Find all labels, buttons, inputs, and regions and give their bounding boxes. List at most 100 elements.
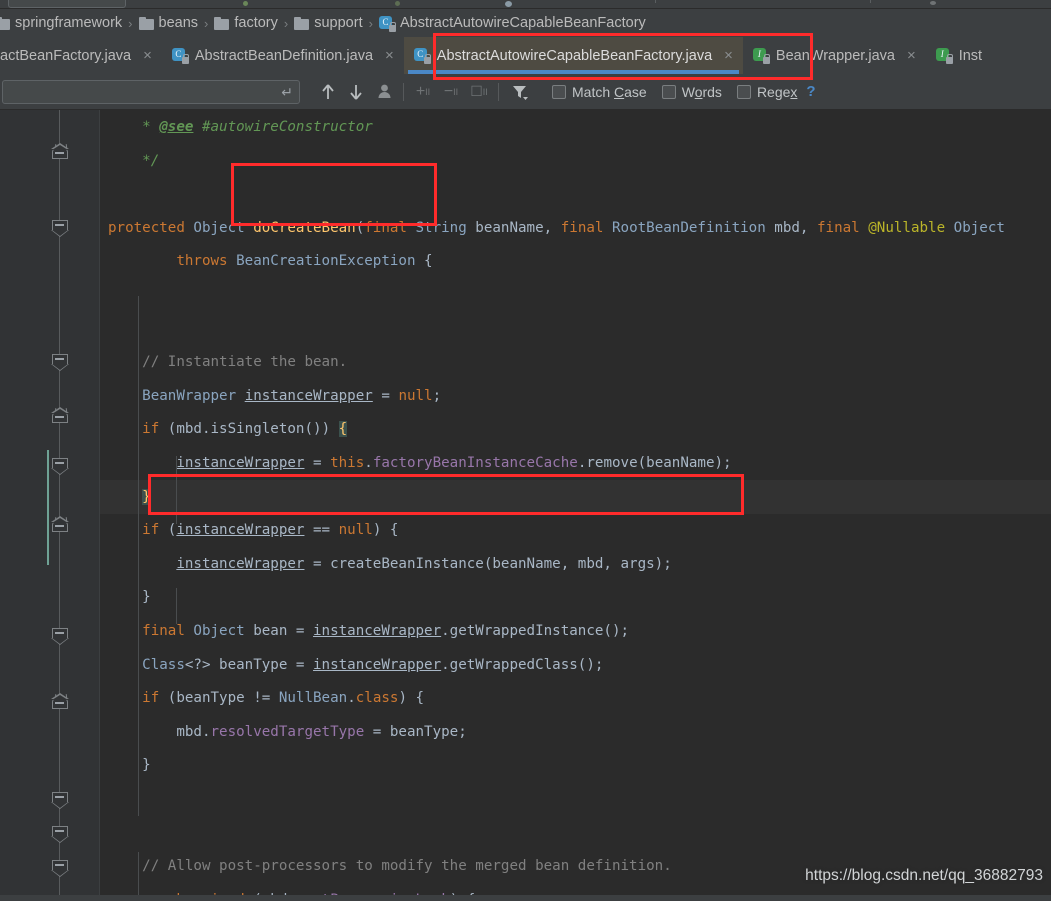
code-editor[interactable]: * @see #autowireConstructor */ protected … [0,110,1051,901]
select-all-button[interactable]: ☐ II [465,78,493,106]
code-line[interactable]: final Object bean = instanceWrapper.getW… [100,614,1051,648]
tab-inst[interactable]: I Inst [926,37,992,74]
fold-toggle-icon[interactable] [51,792,69,809]
code-token: #autowireConstructor [193,119,373,135]
search-input[interactable] [9,84,293,99]
run-icon[interactable] [243,1,248,6]
remove-occurrence-button[interactable]: − II [437,78,465,106]
checkbox-box[interactable] [552,84,566,99]
code-line[interactable]: instanceWrapper = this.factoryBeanInstan… [100,446,1051,480]
code-token: <?> beanType = [184,656,314,673]
code-token: resolvedTargetType [210,723,365,740]
class-icon: C [378,15,397,32]
code-line[interactable]: } [100,748,1051,782]
code-line[interactable]: */ [100,144,1051,178]
search-everywhere-icon[interactable] [930,1,936,5]
code-line[interactable]: Class<?> beanType = instanceWrapper.getW… [100,648,1051,682]
code-token: } [142,589,151,606]
fold-toggle-icon[interactable] [51,860,69,877]
fold-toggle-icon[interactable] [51,354,69,371]
tab-abstractbeanfactory[interactable]: actBeanFactory.java × [0,37,162,74]
breadcrumb-separator: › [204,15,209,31]
interface-icon: I [752,48,771,64]
code-line[interactable]: } [100,479,1051,514]
fold-tip-inner [52,638,68,644]
enter-icon[interactable]: ↵ [281,84,293,101]
code-line[interactable] [100,278,1051,312]
fold-toggle-icon[interactable] [51,693,69,713]
code-token: (beanType != [167,690,279,707]
debug-icon[interactable] [505,1,512,7]
tab-beanwrapper[interactable]: I BeanWrapper.java × [743,37,926,74]
fold-tip-inner [52,364,68,370]
breadcrumb-item-springframework[interactable]: springframework [0,15,123,31]
code-lines[interactable]: * @see #autowireConstructor */ protected … [100,110,1051,901]
code-token: } [142,757,151,774]
code-line[interactable] [100,312,1051,346]
checkbox-box[interactable] [661,84,676,99]
tab-abstractbeandefinition[interactable]: C AbstractBeanDefinition.java × [162,37,404,74]
breadcrumb-item-beans[interactable]: beans [138,15,200,31]
fold-toggle-icon[interactable] [51,143,69,163]
breadcrumb-item-support[interactable]: support [293,15,363,31]
find-previous-button[interactable] [314,78,342,106]
tab-abstractautowirecapablebeanfactory[interactable]: C AbstractAutowireCapableBeanFactory.jav… [403,37,743,74]
fold-toggle-icon[interactable] [51,516,69,536]
words-checkbox[interactable]: Words [661,84,722,100]
fold-toggle-icon[interactable] [51,407,69,427]
checkbox-box[interactable] [736,84,751,99]
help-icon[interactable]: ? [806,83,815,100]
breadcrumb-item-class[interactable]: C AbstractAutowireCapableBeanFactory [378,15,647,32]
fold-toggle-icon[interactable] [51,220,69,237]
code-line[interactable] [100,782,1051,816]
match-case-checkbox[interactable]: Match Case [552,84,647,100]
code-token: String [415,219,467,236]
code-line[interactable] [100,816,1051,850]
close-icon[interactable]: × [143,48,152,63]
code-token: ; [594,656,604,673]
code-line[interactable]: protected Object doCreateBean(final Stri… [100,211,1051,245]
close-icon[interactable]: × [724,48,733,63]
add-occurrence-button[interactable]: + II [409,78,437,106]
code-line[interactable]: instanceWrapper = createBeanInstance(bea… [100,547,1051,581]
arrow-up-icon [322,83,334,99]
code-token: final [560,219,612,236]
code-token: = [304,455,331,471]
build-icon[interactable] [395,1,400,6]
fold-toggle-icon[interactable] [51,458,69,475]
code-line[interactable]: throws BeanCreationException { [100,244,1051,278]
changed-lines-marker[interactable] [47,450,49,565]
code-line[interactable]: BeanWrapper instanceWrapper = null; [100,379,1051,413]
indent-guide [138,456,139,616]
code-token: null [338,522,373,539]
code-line[interactable]: } [100,580,1051,614]
code-line[interactable]: mbd.resolvedTargetType = beanType; [100,715,1051,749]
fold-toggle-icon[interactable] [51,628,69,645]
close-icon[interactable]: × [907,48,916,63]
select-all-occurrences-button[interactable] [370,78,398,106]
regex-checkbox[interactable]: Regex [736,84,797,100]
code-token: ) { [372,522,399,539]
fold-dash [55,796,64,798]
code-line[interactable]: if (instanceWrapper == null) { [100,513,1051,547]
find-toolbar: ↵ + II − II ☐ II Match Case Words Regex … [0,74,1051,110]
editor-gutter[interactable] [0,110,100,901]
fold-dash [55,864,64,866]
code-line[interactable]: // Instantiate the bean. [100,345,1051,379]
code-line[interactable]: if (beanType != NullBean.class) { [100,681,1051,715]
find-next-button[interactable] [342,78,370,106]
filter-button[interactable] [506,78,534,106]
toolbar-combo[interactable] [8,0,126,8]
close-icon[interactable]: × [385,48,394,63]
code-line[interactable] [100,177,1051,211]
fold-toggle-icon[interactable] [51,826,69,843]
breadcrumb-item-factory[interactable]: factory [213,15,279,31]
search-input-wrapper[interactable]: ↵ [2,79,300,104]
code-line[interactable]: if (mbd.isSingleton()) { [100,412,1051,446]
code-line[interactable]: * @see #autowireConstructor [100,110,1051,144]
code-token: = [372,387,399,404]
